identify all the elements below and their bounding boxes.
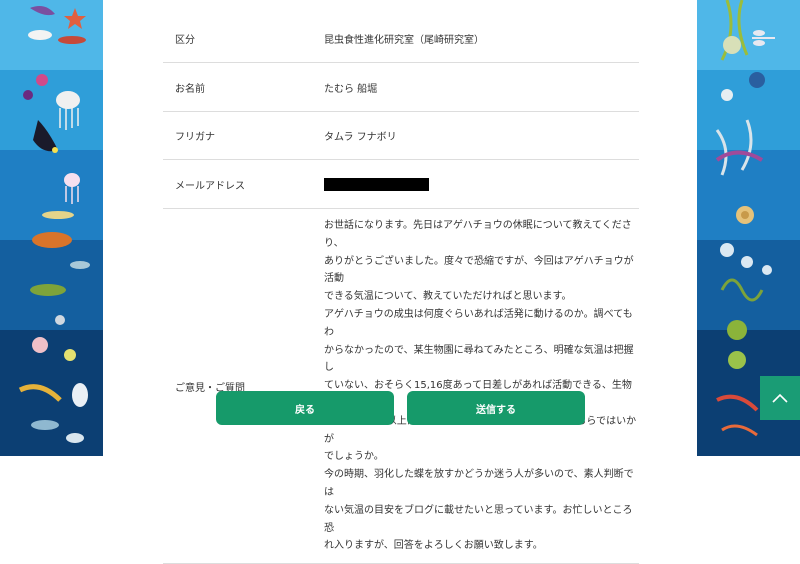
shrimp-icon — [18, 383, 88, 407]
urchin-icon — [23, 74, 48, 100]
row-label: メールアドレス — [163, 159, 324, 209]
shrimp-icon — [30, 6, 55, 16]
redacted-email — [324, 177, 429, 191]
message-text: お世話になります。先日はアゲハチョウの休眠について教えてくださり、 ありがとうご… — [324, 217, 639, 555]
row-label: フリガナ — [163, 111, 324, 160]
row-value: たむら 船堀 — [324, 62, 639, 112]
message-value: お世話になります。先日はアゲハチョウの休眠について教えてくださり、 ありがとうご… — [324, 208, 639, 564]
table-row: フリガナ タムラ フナボリ — [163, 111, 639, 160]
message-line: できる気温について、教えていただければと思います。 — [324, 291, 572, 303]
left-decorative-panel — [0, 0, 103, 456]
message-line: ありがとうございました。度々で恐縮ですが、今回はアゲハチョウが活動 — [324, 255, 634, 285]
jellyfish-icon — [56, 91, 80, 130]
shell-icon — [736, 206, 754, 224]
worm-icon — [715, 150, 764, 162]
message-line: ない気温の目安をブログに載せたいと思っています。お忙しいところ恐 — [324, 504, 633, 534]
confirmation-table: 区分 昆虫食性進化研究室（尾崎研究室） お名前 たむら 船堀 フリガナ タムラ … — [163, 15, 639, 564]
dragonfly-icon — [752, 30, 775, 46]
sea-slug-icon — [30, 261, 90, 296]
algae-icon — [727, 320, 747, 369]
chevron-up-icon — [772, 393, 788, 403]
row-label: お名前 — [163, 62, 324, 112]
email-value — [324, 159, 639, 209]
message-line: お世話になります。先日はアゲハチョウの休眠について教えてくださり、 — [324, 220, 632, 249]
main-content: 区分 昆虫食性進化研究室（尾崎研究室） お名前 たむら 船堀 フリガナ タムラ … — [103, 0, 697, 564]
message-line: アゲハチョウの成虫は何度ぐらいあれば活発に動けるのか。調べてもわ — [324, 308, 633, 338]
shrimp-icon — [716, 394, 759, 437]
row-label: ご意見・ご質問 — [163, 208, 324, 564]
table-row: 区分 昆虫食性進化研究室（尾崎研究室） — [163, 15, 639, 63]
message-line: 今の時期、羽化した蝶を放すかどうか迷う人が多いので、素人判断では — [324, 469, 634, 498]
message-line: れ入りますが、回答をよろしくお願い致します。 — [324, 540, 543, 552]
fish-icon — [28, 30, 86, 44]
message-line: でしょうか。 — [324, 451, 384, 463]
plankton-icon — [720, 243, 772, 275]
squid-icon — [33, 120, 58, 153]
fish-icon — [32, 211, 74, 248]
row-label: 区分 — [163, 15, 324, 63]
seaweed-icon — [720, 278, 764, 302]
sea-creatures-illustration-left — [18, 6, 90, 443]
row-value: タムラ フナボリ — [324, 111, 639, 160]
table-row: ご意見・ご質問 お世話になります。先日はアゲハチョウの休眠について教えてくださり… — [163, 208, 639, 564]
table-row: メールアドレス — [163, 159, 639, 209]
back-button[interactable]: 戻る — [216, 391, 394, 425]
seaweed-icon — [715, 119, 753, 176]
back-to-top-button[interactable] — [760, 376, 800, 420]
table-row: お名前 たむら 船堀 — [163, 62, 639, 112]
send-button[interactable]: 送信する — [407, 391, 585, 425]
message-line: からなかったので、某生物園に尋ねてみたところ、明確な気温は把握し — [324, 344, 634, 374]
fish-icon — [31, 420, 84, 443]
plankton-icon — [32, 315, 76, 361]
jellyfish-icon — [64, 173, 80, 204]
starfish-icon — [64, 8, 86, 29]
row-value: 昆虫食性進化研究室（尾崎研究室） — [324, 15, 639, 63]
